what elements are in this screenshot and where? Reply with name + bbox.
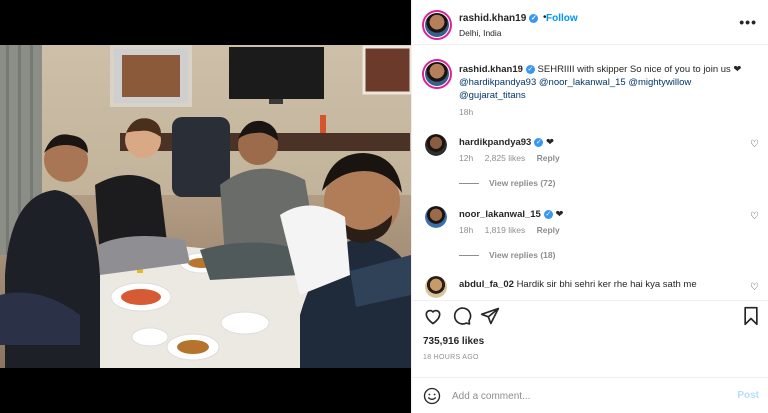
commenter-avatar[interactable]	[425, 134, 447, 156]
comments-list[interactable]: rashid.khan19 ✓ SEHRIIII with skipper So …	[412, 45, 768, 300]
comment-input[interactable]	[452, 387, 722, 405]
post-header: rashid.khan19 ✓ • Follow Delhi, India •••	[412, 0, 768, 45]
comment-username[interactable]: noor_lakanwal_15	[459, 209, 541, 220]
comment-likes[interactable]: 1,819 likes	[485, 225, 526, 235]
mention-link[interactable]: @gujarat_titans	[459, 90, 526, 101]
mention-link[interactable]: @noor_lakanwal_15	[539, 77, 626, 88]
television	[229, 47, 324, 99]
verified-badge-icon: ✓	[525, 64, 535, 74]
reply-button[interactable]: Reply	[537, 153, 560, 163]
comment-username[interactable]: hardikpandya93	[459, 137, 531, 148]
comment-like-heart-icon[interactable]: ♡	[750, 211, 759, 222]
comment-time[interactable]: 18h	[459, 225, 473, 235]
post-comment-button[interactable]: Post	[737, 390, 759, 401]
wall-painting	[362, 45, 411, 95]
comment-bubble-icon[interactable]	[452, 306, 472, 326]
view-replies-button[interactable]: View replies (18)	[459, 250, 555, 260]
verified-badge-icon: ✓	[529, 13, 539, 23]
mention-link[interactable]: @hardikpandya93	[459, 77, 536, 88]
comment-username[interactable]: abdul_fa_02	[459, 279, 514, 290]
follow-button[interactable]: Follow	[546, 13, 578, 24]
post-media[interactable]	[0, 0, 411, 413]
replies-line	[459, 255, 479, 257]
comment-meta: 12h 2,825 likes Reply	[459, 153, 569, 163]
emoji-smile-icon[interactable]	[423, 387, 441, 405]
author-avatar[interactable]	[422, 10, 452, 40]
verified-badge-icon: ✓	[543, 209, 553, 219]
comment-text: abdul_fa_02 Hardik sir bhi sehri ker rhe…	[459, 279, 697, 290]
share-send-icon[interactable]	[480, 306, 500, 326]
plate-food	[131, 327, 169, 347]
plate-food	[220, 311, 270, 335]
commenter-avatar[interactable]	[425, 206, 447, 228]
bookmark-save-icon[interactable]	[741, 306, 761, 326]
post-location[interactable]: Delhi, India	[459, 28, 502, 38]
caption-text: SEHRIIII with skipper So nice of you to …	[537, 64, 742, 75]
view-replies-button[interactable]: View replies (72)	[459, 178, 555, 188]
comment-text: hardikpandya93 ✓ ❤	[459, 137, 554, 148]
comment-like-heart-icon[interactable]: ♡	[750, 139, 759, 150]
caption-time[interactable]: 18h	[459, 107, 473, 117]
comment-likes[interactable]: 2,825 likes	[485, 153, 526, 163]
comment-time[interactable]: 12h	[459, 153, 473, 163]
post-time-ago[interactable]: 18 HOURS AGO	[423, 354, 479, 361]
author-username[interactable]: rashid.khan19 ✓	[459, 13, 539, 24]
reply-button[interactable]: Reply	[537, 225, 560, 235]
caption-author-avatar[interactable]	[422, 59, 452, 89]
add-comment-bar: Post	[412, 377, 768, 413]
post-photo[interactable]	[0, 45, 411, 368]
more-horizontal-icon[interactable]: •••	[739, 14, 757, 30]
comment-like-heart-icon[interactable]: ♡	[750, 282, 759, 293]
post-details-panel: rashid.khan19 ✓ • Follow Delhi, India •••…	[411, 0, 768, 413]
post-actions	[412, 300, 768, 332]
caption-username[interactable]: rashid.khan19	[459, 64, 523, 75]
replies-line	[459, 183, 479, 185]
like-heart-icon[interactable]	[423, 306, 443, 326]
verified-badge-icon: ✓	[534, 137, 544, 147]
likes-count[interactable]: 735,916 likes	[423, 336, 484, 347]
comment-meta: 18h 1,819 likes Reply	[459, 225, 569, 235]
commenter-avatar[interactable]	[425, 276, 447, 298]
post-caption: rashid.khan19 ✓ SEHRIIII with skipper So …	[459, 63, 759, 102]
mention-link[interactable]: @mightywillow	[628, 77, 691, 88]
comment-text: noor_lakanwal_15 ✓ ❤	[459, 209, 564, 220]
